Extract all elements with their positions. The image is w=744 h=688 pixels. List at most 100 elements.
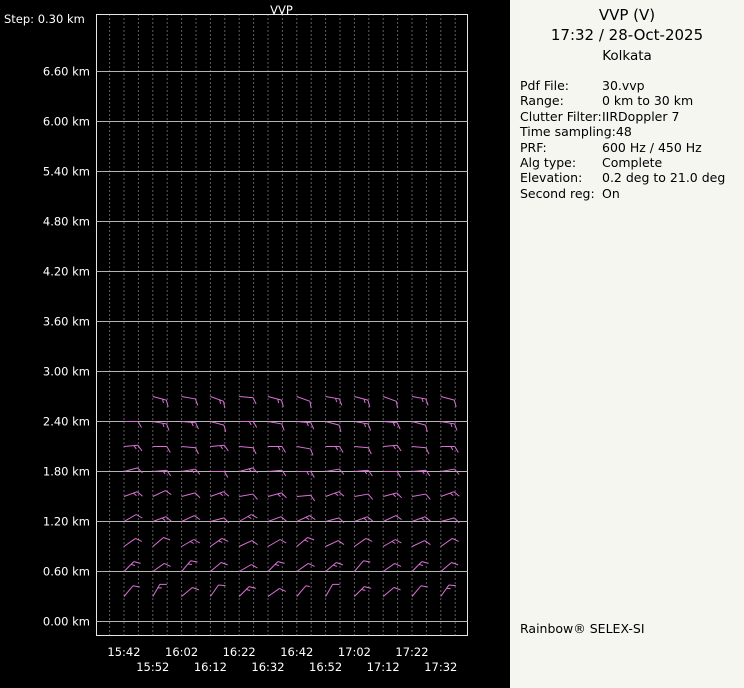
product-datetime: 17:32 / 28-Oct-2025	[510, 26, 744, 45]
info-panel: VVP (V) 17:32 / 28-Oct-2025 Kolkata Pdf …	[510, 0, 744, 688]
info-field-row: Range:0 km to 30 km	[520, 93, 744, 108]
wind-barb	[268, 493, 286, 498]
wind-barb	[412, 397, 428, 406]
wind-barb	[210, 518, 228, 523]
wind-barb	[354, 517, 373, 522]
info-field-row: Pdf File:30.vvp	[520, 78, 744, 93]
wind-barb	[441, 538, 459, 546]
wind-barb	[182, 447, 199, 455]
info-field-value: 0.2 deg to 21.0 deg	[602, 170, 725, 185]
wind-barb	[210, 492, 229, 497]
wind-barb	[412, 447, 429, 455]
info-field-value: Complete	[602, 155, 662, 170]
panel-header: VVP (V) 17:32 / 28-Oct-2025 Kolkata	[510, 0, 744, 65]
wind-barb	[326, 492, 345, 497]
wind-barb	[383, 516, 401, 522]
info-field-row: Elevation:0.2 deg to 21.0 deg	[520, 170, 744, 185]
info-field-row: Clutter Filter:IIRDoppler 7	[520, 109, 744, 124]
wind-barb	[239, 565, 257, 572]
wind-barb	[297, 495, 315, 501]
wind-barb	[412, 517, 431, 522]
x-axis-label: 16:52	[309, 660, 342, 674]
y-axis-label: 2.40 km	[43, 415, 90, 429]
wind-barb	[153, 517, 172, 522]
info-field-row: Time sampling:48	[520, 124, 744, 139]
wind-barb	[182, 516, 200, 522]
wind-barb	[383, 397, 397, 409]
y-axis-label: 6.60 km	[43, 65, 90, 79]
info-field-label: Elevation:	[520, 170, 602, 185]
wind-barb	[441, 518, 459, 523]
wind-barb	[441, 447, 459, 453]
wind-barb	[239, 541, 257, 547]
x-axis-label: 16:42	[280, 645, 313, 659]
info-field-label: Clutter Filter:	[520, 109, 602, 124]
wind-barb	[210, 397, 224, 409]
info-field-label: Pdf File:	[520, 78, 602, 93]
wind-barb	[268, 447, 286, 453]
wind-barb	[326, 584, 340, 596]
wind-barb	[239, 468, 257, 473]
wind-barb	[383, 493, 401, 498]
wind-barb	[383, 563, 401, 571]
branding-text: Rainbow® SELEX-SI	[520, 621, 645, 636]
wind-barb	[239, 447, 256, 455]
wind-barb	[354, 538, 372, 546]
y-axis-label: 3.60 km	[43, 315, 90, 329]
y-axis-label: 5.40 km	[43, 165, 90, 179]
info-field-label: PRF:	[520, 140, 602, 155]
wind-barb	[297, 397, 311, 409]
info-field-value: IIRDoppler 7	[602, 109, 679, 124]
x-axis-label: 17:12	[367, 660, 400, 674]
wind-barb	[297, 447, 313, 456]
y-axis-label: 3.00 km	[43, 365, 90, 379]
wind-barb	[268, 397, 283, 407]
wind-barb	[326, 541, 344, 547]
wind-barb	[441, 422, 457, 431]
wind-barb	[124, 586, 140, 597]
info-field-label: Alg type:	[520, 155, 602, 170]
wind-barb	[297, 422, 314, 430]
wind-barb	[268, 540, 286, 547]
product-parameters: Pdf File:30.vvpRange:0 km to 30 kmClutte…	[520, 78, 744, 201]
wind-barb	[354, 397, 369, 407]
wind-barb	[153, 422, 169, 431]
info-field-value: 600 Hz / 450 Hz	[602, 140, 702, 155]
x-axis-label: 15:42	[107, 645, 140, 659]
wind-barb	[182, 493, 200, 498]
info-field-value: 0 km to 30 km	[602, 93, 693, 108]
wind-barb	[153, 491, 171, 497]
x-axis-label: 17:32	[424, 660, 457, 674]
wind-barb	[354, 494, 372, 499]
wind-barb	[124, 445, 142, 451]
info-field-value: 30.vvp	[602, 78, 645, 93]
x-axis-label: 17:02	[338, 645, 371, 659]
wind-barb	[210, 585, 225, 596]
wind-barb	[153, 538, 170, 547]
y-axis-label: 0.60 km	[43, 565, 90, 579]
y-axis-label: 6.00 km	[43, 115, 90, 129]
wind-barb	[124, 538, 142, 546]
wind-barb	[326, 397, 342, 406]
x-axis-label: 16:02	[165, 645, 198, 659]
info-field-label: Second reg:	[520, 186, 602, 201]
wind-barb	[153, 563, 171, 571]
wind-barb	[354, 561, 370, 572]
wind-barb	[239, 494, 257, 499]
wind-barb	[326, 518, 344, 523]
info-field-label: Range:	[520, 93, 602, 108]
wind-barb	[383, 540, 401, 547]
wind-barb	[441, 585, 456, 596]
x-axis-label: 16:12	[194, 660, 227, 674]
wind-barb	[412, 541, 430, 547]
info-field-row: Second reg:On	[520, 186, 744, 201]
wind-barb	[297, 586, 310, 597]
y-axis-label: 0.00 km	[43, 615, 90, 629]
product-title: VVP (V)	[510, 6, 744, 25]
wind-barb	[239, 515, 257, 522]
wind-barb	[326, 447, 344, 453]
wind-barb	[412, 422, 427, 432]
wind-barb	[412, 494, 430, 499]
wind-barb	[441, 397, 456, 407]
wind-barb	[124, 515, 142, 522]
